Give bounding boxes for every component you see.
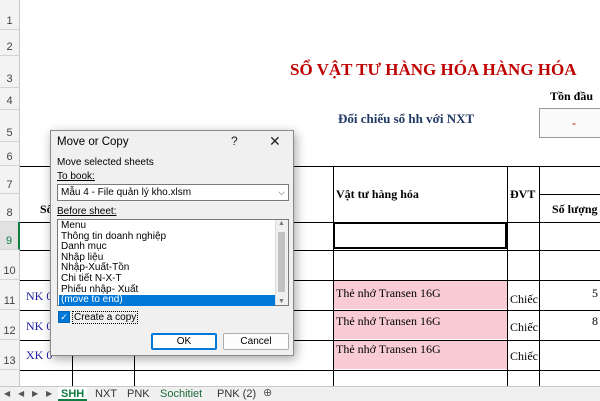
sheet-tab-bar: ◀ ◀ ▶ ▶ SHH NXT PNK Sochitiet PNK (2) ⊕: [0, 386, 600, 401]
row-code[interactable]: NK 0: [26, 289, 52, 304]
chevron-down-icon[interactable]: ⌵: [278, 185, 285, 200]
row-unit[interactable]: Chiếc: [510, 292, 538, 307]
row-item[interactable]: Thẻ nhớ Transen 16G: [336, 342, 441, 357]
dialog-title: Move or Copy: [57, 136, 129, 148]
row-code[interactable]: NK 0: [26, 319, 52, 334]
table-border: [333, 166, 334, 386]
row-unit[interactable]: Chiếc: [510, 320, 538, 335]
ok-button[interactable]: OK: [151, 333, 217, 350]
first-sheet-arrow-icon[interactable]: ◀: [4, 387, 10, 401]
row-header-4[interactable]: 4: [0, 88, 20, 110]
to-book-label: To book:: [57, 171, 95, 182]
table-border: [539, 194, 600, 195]
move-or-copy-dialog: Move or Copy ? ✕ Move selected sheets To…: [50, 130, 294, 356]
row-number: 6: [6, 151, 13, 163]
before-sheet-label: Before sheet:: [57, 206, 117, 217]
row-header-1[interactable]: 1: [0, 0, 20, 30]
active-cell[interactable]: [333, 222, 507, 249]
tab-pnk-2[interactable]: PNK (2): [214, 387, 259, 401]
opening-balance-cell[interactable]: -: [539, 108, 600, 138]
row-number: 2: [6, 41, 13, 53]
row-header-7[interactable]: 7: [0, 166, 20, 194]
cancel-button[interactable]: Cancel: [223, 333, 289, 350]
header-vat-tu: Vật tư hàng hóa: [336, 187, 419, 201]
row-item[interactable]: Thẻ nhớ Transen 16G: [336, 286, 441, 301]
add-sheet-icon[interactable]: ⊕: [263, 387, 272, 400]
row-header-6[interactable]: 6: [0, 142, 20, 166]
tab-nxt[interactable]: NXT: [92, 387, 120, 401]
row-header-5[interactable]: 5: [0, 110, 20, 142]
tab-sochitiet[interactable]: Sochitiet: [157, 387, 205, 401]
row-number: 9: [5, 235, 13, 247]
scroll-up-icon[interactable]: ▲: [278, 220, 285, 227]
close-icon[interactable]: ✕: [269, 133, 281, 150]
row-code[interactable]: XK 0: [26, 348, 52, 363]
scroll-down-icon[interactable]: ▼: [278, 298, 285, 305]
help-icon[interactable]: ?: [231, 134, 238, 148]
create-copy-checkbox[interactable]: ✓: [58, 311, 70, 323]
row-number: 5: [6, 127, 13, 139]
row-item[interactable]: Thẻ nhớ Transen 16G: [336, 314, 441, 329]
next-sheet-arrow-icon[interactable]: ▶: [32, 387, 38, 401]
row-header-14[interactable]: 14: [0, 370, 20, 386]
table-border: [539, 166, 540, 386]
row-number: 11: [3, 295, 16, 307]
row-header-10[interactable]: 10: [0, 250, 20, 280]
list-item[interactable]: Menu: [59, 220, 275, 232]
row-header-3[interactable]: 3: [0, 56, 20, 88]
create-copy-label[interactable]: Create a copy: [72, 311, 139, 324]
row-unit[interactable]: Chiếc: [510, 349, 538, 364]
row-number: 3: [6, 73, 13, 85]
tab-shh[interactable]: SHH: [58, 387, 88, 401]
row-header-12[interactable]: 12: [0, 310, 20, 340]
list-item-selected[interactable]: (move to end): [59, 295, 275, 306]
move-selected-label: Move selected sheets: [57, 157, 154, 168]
list-item[interactable]: Chi tiết N-X-T: [59, 273, 275, 285]
row-header-8[interactable]: 8: [0, 194, 20, 222]
sheet-subtitle: Đối chiếu sổ hh với NXT: [338, 111, 475, 126]
prev-sheet-arrow-icon[interactable]: ◀: [18, 387, 24, 401]
to-book-select[interactable]: Mẫu 4 - File quản lý kho.xlsm ⌵: [57, 184, 289, 201]
header-so-luong: Số lượng: [552, 202, 598, 216]
row-header-9[interactable]: 9: [0, 222, 20, 250]
row-qty[interactable]: 8: [592, 314, 598, 329]
row-number: 4: [6, 95, 13, 107]
row-header-11[interactable]: 11: [0, 280, 20, 310]
last-sheet-arrow-icon[interactable]: ▶: [46, 387, 52, 401]
row-number: 12: [3, 325, 16, 337]
row-qty[interactable]: 5: [592, 286, 598, 301]
to-book-value: Mẫu 4 - File quản lý kho.xlsm: [61, 187, 192, 198]
row-header-2[interactable]: 2: [0, 30, 20, 56]
scroll-thumb[interactable]: [278, 232, 285, 292]
table-border: [507, 166, 508, 386]
sheet-title: SỔ VẬT TƯ HÀNG HÓA HÀNG HÓA: [290, 60, 577, 79]
table-border: [20, 370, 600, 371]
before-sheet-listbox[interactable]: Menu Thông tin doanh nghiệp Danh mục Nhậ…: [57, 219, 289, 306]
row-number: 10: [3, 265, 16, 277]
listbox-scrollbar[interactable]: ▲ ▼: [275, 220, 288, 305]
header-dvt: ĐVT: [510, 187, 536, 201]
row-number: 8: [6, 207, 13, 219]
row-header-13[interactable]: 13: [0, 340, 20, 370]
tab-pnk[interactable]: PNK: [124, 387, 153, 401]
row-number: 7: [6, 179, 13, 191]
row-number: 1: [6, 15, 13, 27]
row-number: 13: [3, 355, 16, 367]
opening-balance-label: Tồn đầu: [550, 89, 594, 103]
